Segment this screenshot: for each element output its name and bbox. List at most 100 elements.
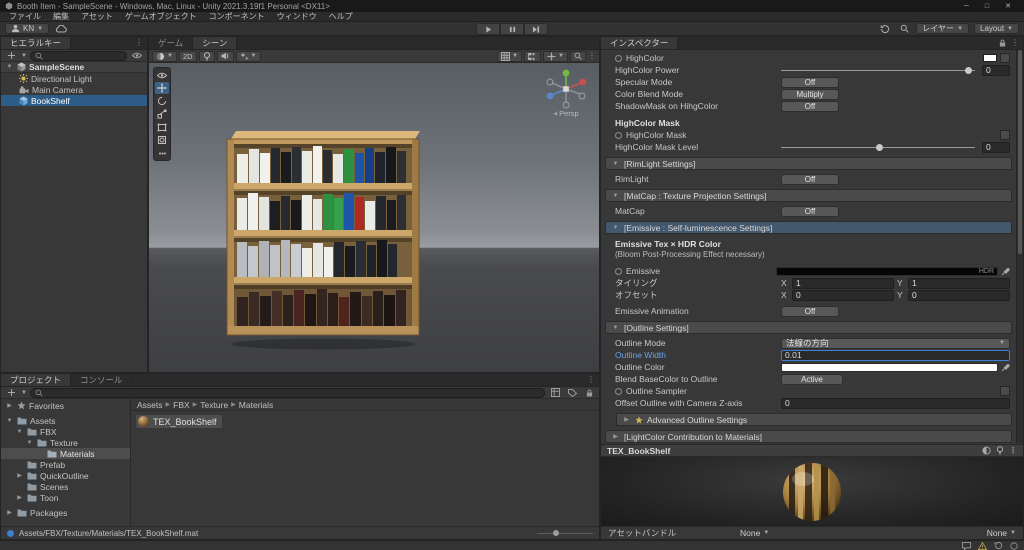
highcolor-power-value[interactable]: 0 (982, 64, 1010, 76)
grid-settings-dropdown[interactable]: ▼ (497, 50, 523, 62)
texture-slot-icon[interactable] (615, 131, 622, 139)
lock-icon[interactable] (999, 39, 1006, 47)
section-lightcolor[interactable]: ▶ [LightColor Contribution to Materials] (605, 430, 1012, 443)
search-by-label-button[interactable] (565, 387, 579, 399)
tree-item-quickoutline[interactable]: ▶ QuickOutline (1, 470, 130, 481)
tab-console[interactable]: コンソール (71, 374, 133, 386)
scene-more-menu[interactable]: ⋮ (588, 52, 596, 60)
scene-viewport[interactable]: ◀ Persp (149, 63, 599, 372)
preview-menu-icon[interactable]: ⋮ (1009, 446, 1017, 455)
menu-gameobject[interactable]: ゲームオブジェクト (119, 11, 203, 22)
panel-menu-icon[interactable]: ⋮ (1011, 39, 1019, 47)
projection-label[interactable]: ◀ Persp (543, 109, 589, 118)
gizmos-dropdown[interactable]: ▼ (543, 50, 568, 62)
scene-lighting-toggle[interactable] (198, 50, 215, 62)
tree-item-packages[interactable]: ▶ Packages (1, 507, 130, 518)
outline-width-input[interactable]: 0.01 (781, 349, 1010, 361)
move-tool-button[interactable] (155, 82, 169, 94)
emissive-hdr-color-field[interactable]: HDR (776, 266, 998, 276)
shading-mode-dropdown[interactable]: ▼ (152, 50, 177, 62)
hierarchy-scene-row[interactable]: ▼ SampleScene (1, 62, 147, 73)
preview-light-icon[interactable] (996, 446, 1004, 455)
rimlight-button[interactable]: Off (781, 173, 839, 185)
undo-history-button[interactable] (878, 23, 892, 35)
highcolor-power-slider[interactable] (781, 65, 975, 76)
warning-icon[interactable] (978, 541, 987, 550)
hidden-packages-toggle[interactable] (582, 387, 596, 399)
foldout-arrow-icon[interactable]: ▼ (5, 64, 14, 70)
tree-item-prefab[interactable]: Prefab (1, 459, 130, 470)
scale-tool-button[interactable] (155, 108, 169, 120)
eyedropper-icon[interactable] (1001, 363, 1010, 372)
outline-mode-dropdown[interactable]: 法線の方向 ▼ (781, 337, 1010, 349)
material-preview-area[interactable] (601, 457, 1023, 526)
favorites-item[interactable]: ▶ Favorites (1, 400, 130, 411)
rotate-tool-button[interactable] (155, 95, 169, 107)
section-outline[interactable]: ▼ [Outline Settings] (605, 321, 1012, 334)
emissive-animation-button[interactable]: Off (781, 305, 839, 317)
tree-item-toon[interactable]: ▶ Toon (1, 492, 130, 503)
menu-edit[interactable]: 編集 (47, 11, 75, 22)
play-button[interactable] (476, 23, 500, 35)
hierarchy-search-input[interactable] (29, 50, 127, 61)
tab-scene[interactable]: シーン (193, 37, 238, 49)
material-preview-header[interactable]: TEX_BookShelf ⋮ (601, 444, 1023, 457)
tiling-y-input[interactable]: 1 (908, 277, 1010, 289)
menu-help[interactable]: ヘルプ (323, 11, 359, 22)
tree-item-texture[interactable]: ▼ Texture (1, 437, 130, 448)
scrollbar-thumb[interactable] (1018, 50, 1022, 255)
orientation-gizmo[interactable]: ◀ Persp (543, 67, 589, 118)
preview-shape-icon[interactable] (982, 446, 991, 455)
tree-item-materials[interactable]: Materials (1, 448, 130, 459)
inspector-scrollbar[interactable] (1016, 50, 1023, 443)
tree-item-assets[interactable]: ▼ Assets (1, 415, 130, 426)
tree-item-scenes[interactable]: Scenes (1, 481, 130, 492)
pause-button[interactable] (500, 23, 524, 35)
menu-component[interactable]: コンポーネント (203, 11, 271, 22)
breadcrumb-item[interactable]: FBX (173, 400, 190, 410)
rect-tool-button[interactable] (155, 121, 169, 133)
menu-assets[interactable]: アセット (75, 11, 119, 22)
2d-toggle[interactable]: 2D (178, 50, 197, 62)
section-advanced-outline[interactable]: ▶ Advanced Outline Settings (616, 413, 1012, 426)
offset-outline-input[interactable]: 0 (781, 397, 1010, 409)
eyedropper-icon[interactable] (1001, 267, 1010, 276)
highcolor-mask-texture-thumb[interactable] (1000, 130, 1010, 140)
highcolor-mask-level-slider[interactable] (781, 142, 975, 153)
scene-audio-toggle[interactable] (216, 50, 234, 62)
specular-mode-button[interactable]: Off (781, 76, 839, 88)
tab-inspector[interactable]: インスペクター (601, 37, 679, 49)
tree-item-fbx[interactable]: ▼ FBX (1, 426, 130, 437)
panel-menu-icon[interactable]: ⋮ (587, 376, 595, 384)
highcolor-mask-level-value[interactable]: 0 (982, 141, 1010, 153)
asset-item-tex-bookshelf[interactable]: TEX_BookShelf (136, 415, 222, 428)
matcap-button[interactable]: Off (781, 205, 839, 217)
section-emissive[interactable]: ▼ [Emissive : Self-luminescence Settings… (605, 221, 1012, 234)
search-button[interactable] (897, 23, 911, 35)
thumbnail-size-slider[interactable] (537, 528, 593, 538)
offset-y-input[interactable]: 0 (908, 289, 1010, 301)
bookshelf-object[interactable] (223, 127, 423, 353)
panel-menu-icon[interactable]: ⋮ (135, 39, 143, 47)
breadcrumb-item[interactable]: Materials (239, 400, 273, 410)
step-button[interactable] (524, 23, 548, 35)
layout-dropdown[interactable]: Layout ▼ (974, 23, 1019, 34)
custom-tool-button[interactable] (155, 147, 169, 159)
scene-search-button[interactable] (570, 50, 586, 62)
outline-sampler-texture-thumb[interactable] (1000, 386, 1010, 396)
cloud-services-button[interactable] (54, 23, 68, 35)
effects-dropdown[interactable]: ▼ (235, 50, 261, 62)
section-matcap[interactable]: ▼ [MatCap : Texture Projection Settings] (605, 189, 1012, 202)
highcolor-color-swatch[interactable] (983, 54, 997, 62)
offset-x-input[interactable]: 0 (792, 289, 894, 301)
texture-slot-icon[interactable] (615, 387, 622, 395)
transform-tool-button[interactable] (155, 134, 169, 146)
close-button[interactable]: ✕ (1005, 3, 1011, 10)
search-by-type-button[interactable] (548, 387, 562, 399)
hierarchy-item-main-camera[interactable]: Main Camera (1, 84, 147, 95)
highcolor-texture-thumb[interactable] (1000, 53, 1010, 63)
texture-slot-icon[interactable] (615, 267, 622, 275)
console-message-icon[interactable] (962, 541, 971, 550)
view-tool-button[interactable] (155, 69, 169, 81)
section-rimlight[interactable]: ▼ [RimLight Settings] (605, 157, 1012, 170)
